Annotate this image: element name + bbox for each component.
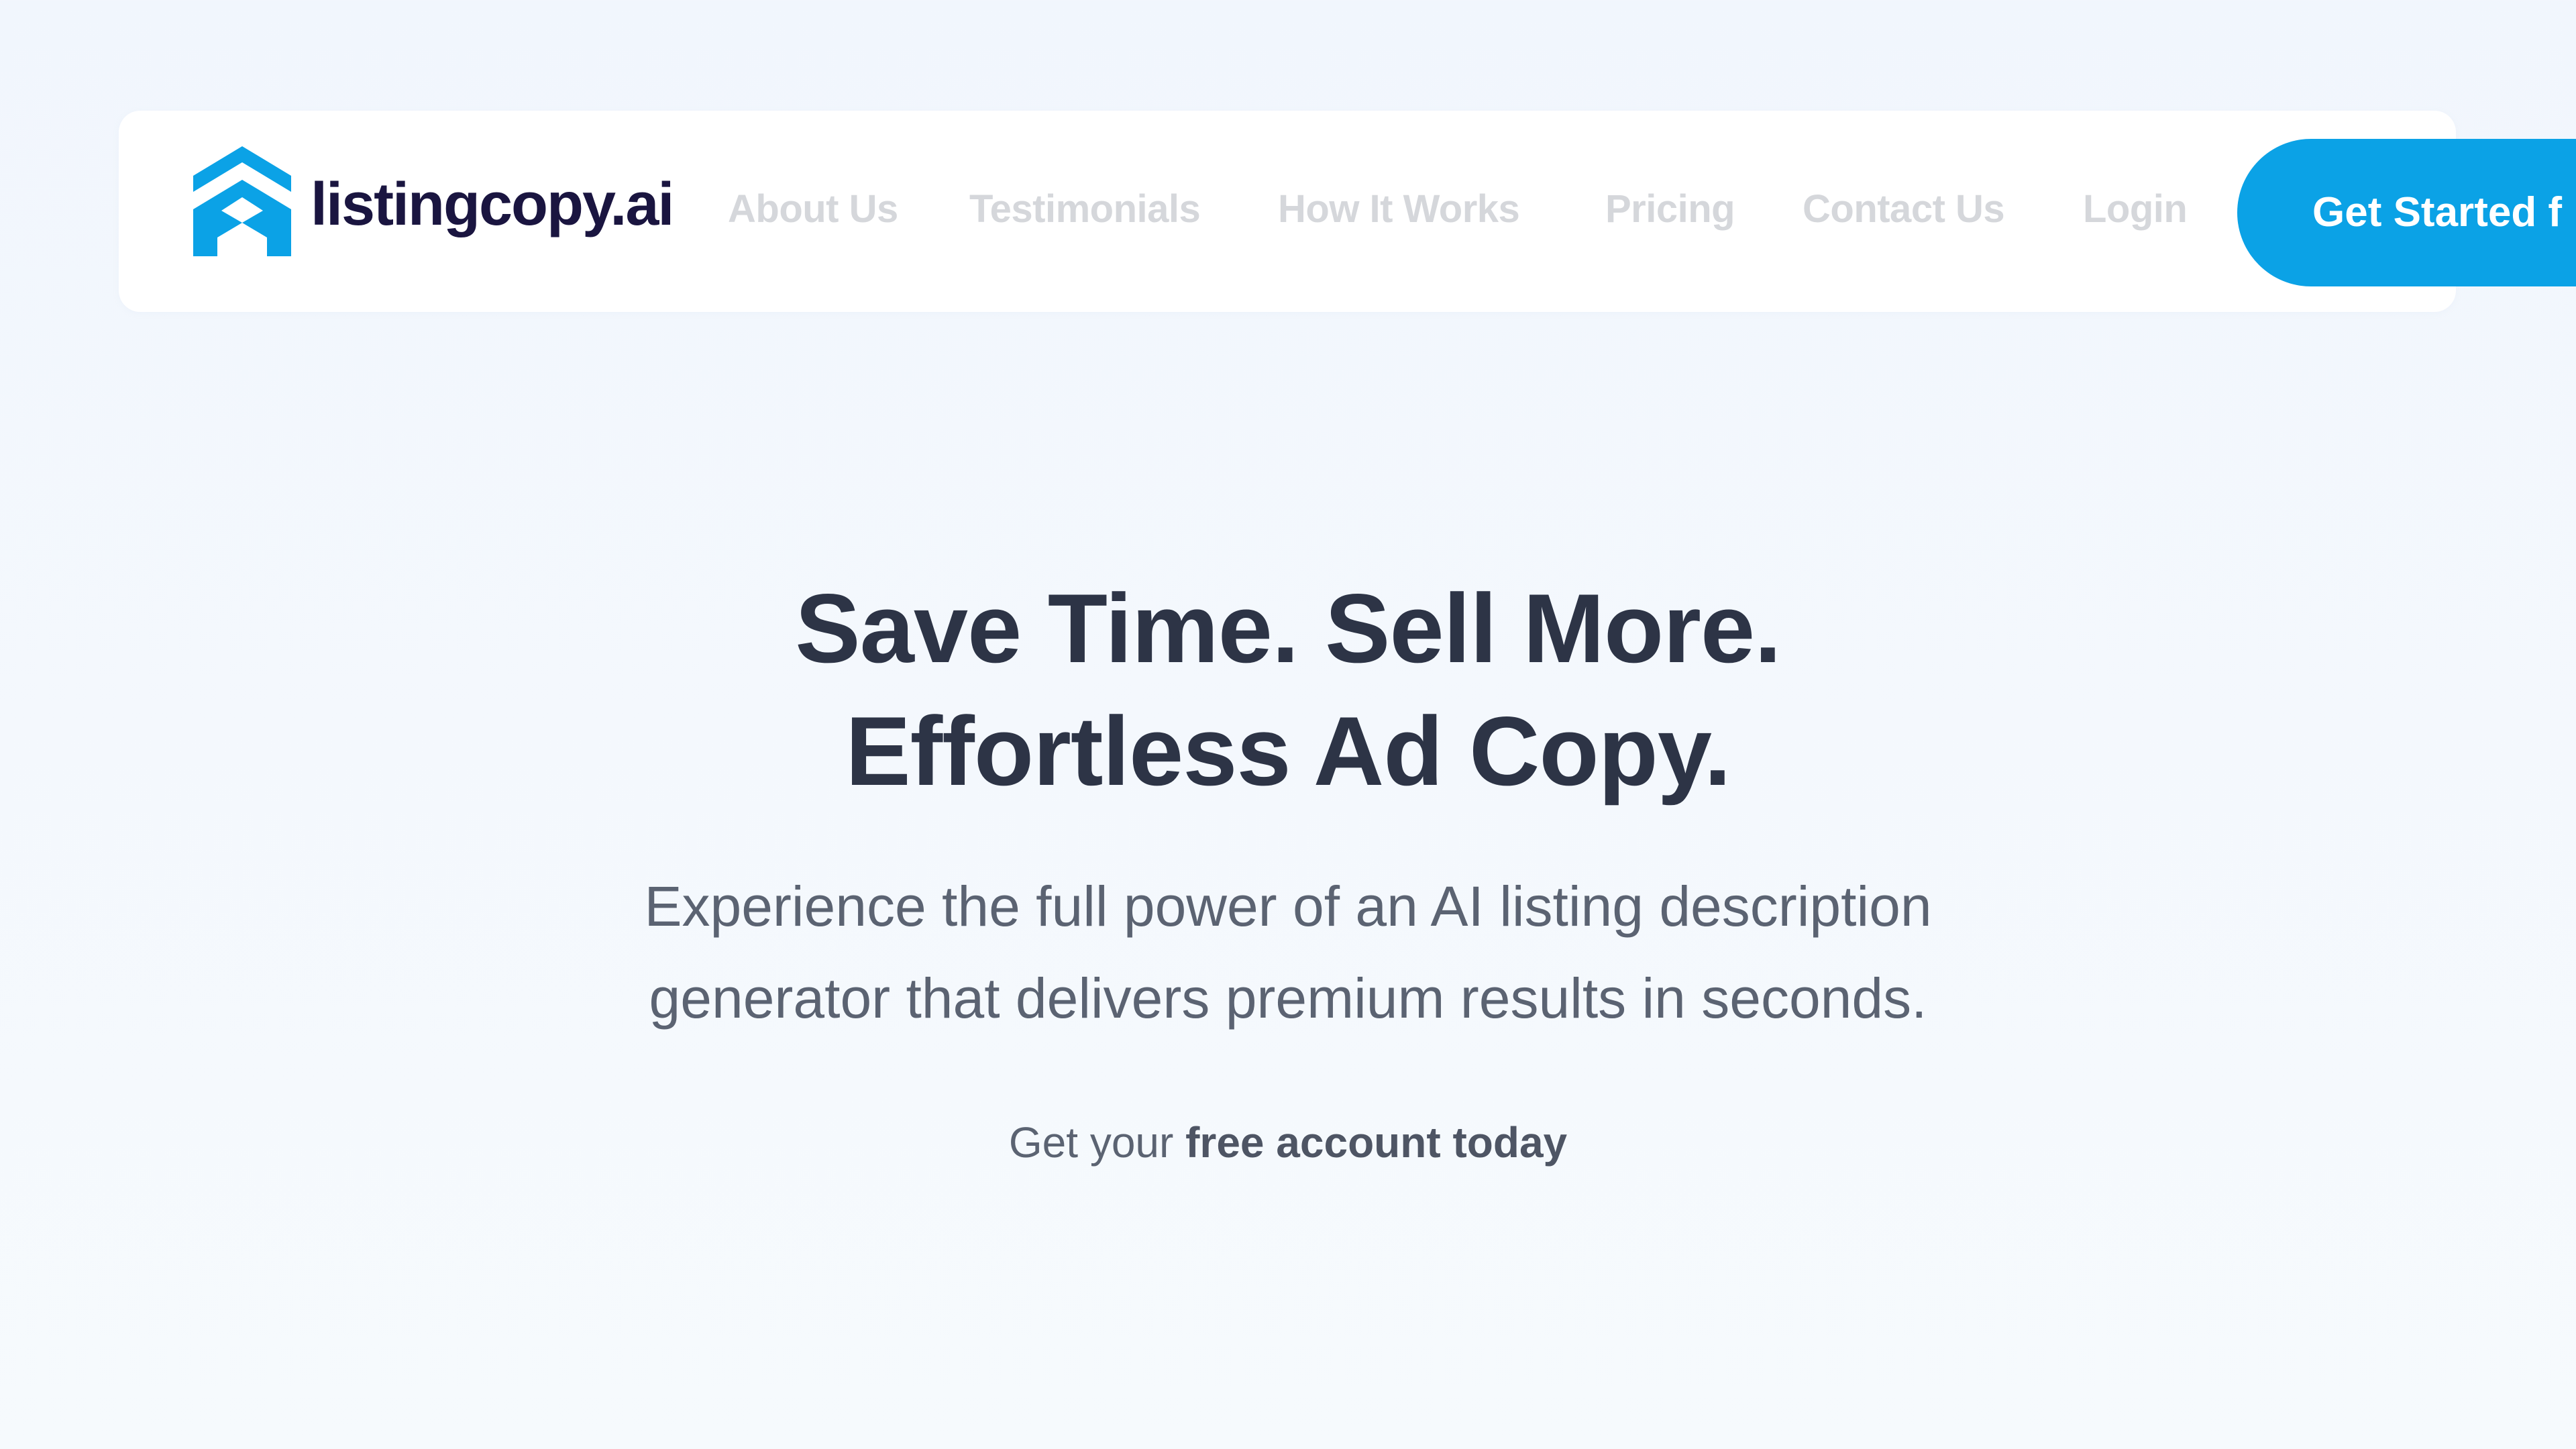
get-started-button-label: Get Started f (2312, 189, 2563, 235)
hero-subtitle: Experience the full power of an AI listi… (0, 861, 2576, 1044)
hero-title-line-1: Save Time. Sell More. (795, 574, 1781, 683)
house-chevron-icon (193, 146, 291, 256)
free-account-prefix: Get your (1008, 1118, 1186, 1167)
free-account-link[interactable]: free account today (1185, 1118, 1567, 1167)
hero-title-line-2: Effortless Ad Copy. (845, 696, 1731, 806)
nav-link-about-us[interactable]: About Us (728, 182, 898, 236)
nav-link-pricing[interactable]: Pricing (1605, 182, 1735, 236)
nav-link-contact-us[interactable]: Contact Us (1803, 182, 2005, 236)
brand-wordmark: listingcopy.ai (311, 171, 674, 238)
hero-subtitle-line-2: generator that delivers premium results … (649, 967, 1927, 1030)
hero-title: Save Time. Sell More. Effortless Ad Copy… (0, 567, 2576, 812)
free-account-prompt: Get your free account today (0, 1116, 2576, 1169)
hero-subtitle-line-1: Experience the full power of an AI listi… (644, 875, 1932, 938)
get-started-button[interactable]: Get Started f (2237, 139, 2576, 286)
nav-link-how-it-works[interactable]: How It Works (1278, 182, 1520, 236)
nav-link-testimonials[interactable]: Testimonials (969, 182, 1201, 236)
logo-link[interactable]: listingcopy.ai (193, 146, 674, 256)
nav-link-login[interactable]: Login (2083, 182, 2188, 236)
